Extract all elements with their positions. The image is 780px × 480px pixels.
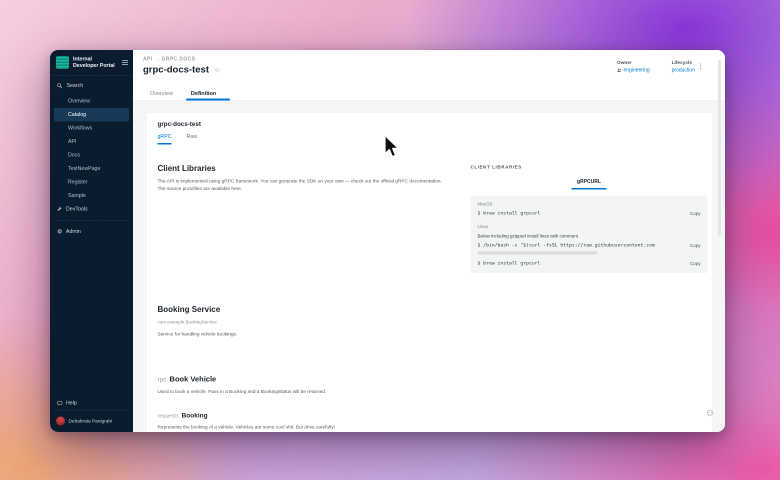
page-header: API → GRPC DOCS grpc-docs-test ☆ Owner e… bbox=[133, 50, 725, 101]
card-title: grpc-docs-test bbox=[147, 113, 713, 128]
favorite-star-icon[interactable]: ☆ bbox=[214, 66, 221, 75]
sidebar-item-api[interactable]: API bbox=[50, 135, 133, 149]
panel-header: CLIENT LIBRARIES bbox=[471, 165, 708, 170]
macos-install-code: $ brew install grpcurl bbox=[478, 211, 684, 217]
sidebar-item-catalog[interactable]: Catalog bbox=[54, 108, 129, 122]
docs-column: Client Libraries The API is implemented … bbox=[158, 165, 471, 431]
code-row-linux: $ /bin/bash -c "$(curl -fsSL https://raw… bbox=[478, 243, 701, 249]
group-icon bbox=[617, 68, 622, 73]
user-name: Debabrata Panigrahi bbox=[69, 418, 113, 424]
client-libraries-desc-1: The API is implemented using gRPC framew… bbox=[158, 179, 442, 185]
idp-logo-icon bbox=[56, 56, 69, 69]
copy-button[interactable]: Copy bbox=[690, 243, 701, 248]
client-libraries-heading: Client Libraries bbox=[158, 165, 471, 174]
entity-meta: Owner engineering Lifecycle production bbox=[617, 60, 695, 73]
service-description: Service for handling vehicle bookings. bbox=[158, 332, 471, 338]
owner-link[interactable]: engineering bbox=[617, 68, 650, 74]
card-tabs: gRPC Raw bbox=[147, 128, 713, 145]
wrench-icon bbox=[57, 206, 63, 212]
copy-button[interactable]: Copy bbox=[690, 261, 701, 266]
linux-install-code: $ /bin/bash -c "$(curl -fsSL https://raw… bbox=[478, 243, 684, 249]
logo-row: Internal Developer Portal bbox=[50, 50, 133, 75]
linux-note: Below including gzipped install lines wi… bbox=[478, 234, 701, 239]
sidebar-item-docs[interactable]: Docs bbox=[50, 149, 133, 163]
sidebar-divider bbox=[55, 411, 128, 412]
copy-button[interactable]: Copy bbox=[690, 211, 701, 216]
install-codebox: MacOS $ brew install grpcurl Copy Linux … bbox=[471, 196, 708, 274]
app-window: Internal Developer Portal Search Overvie… bbox=[50, 50, 725, 432]
client-libraries-panel: CLIENT LIBRARIES gRPCURL MacOS $ brew in… bbox=[471, 165, 708, 431]
code-row-extra: $ brew install grpcurl Copy bbox=[478, 261, 701, 267]
content-area: grpc-docs-test gRPC Raw Client Libraries… bbox=[133, 101, 725, 432]
owner-label: Owner bbox=[617, 60, 650, 66]
page-title: grpc-docs-test bbox=[143, 65, 209, 76]
sidebar-item-search[interactable]: Search bbox=[50, 76, 133, 93]
extra-install-code: $ brew install grpcurl bbox=[478, 261, 684, 267]
devtools-label: DevTools bbox=[66, 206, 88, 212]
horizontal-scrollbar[interactable] bbox=[478, 252, 598, 255]
request-description: Represents the booking of a vehicle. Veh… bbox=[158, 425, 471, 431]
admin-label: Admin bbox=[66, 229, 81, 235]
sidebar-item-help[interactable]: Help bbox=[50, 397, 133, 410]
sidebar-item-overview[interactable]: Overview bbox=[50, 95, 133, 109]
sidebar-collapse-icon[interactable] bbox=[122, 59, 128, 66]
sidebar-item-devtools[interactable]: DevTools bbox=[50, 203, 133, 216]
sidebar-search-label: Search bbox=[67, 83, 84, 89]
service-fqn: com.example.BookingService bbox=[158, 320, 471, 325]
sidebar-nav: Overview Catalog Workflows API Docs Test… bbox=[50, 95, 133, 203]
rpc-description: Used to book a vehicle. Pass in a Bookin… bbox=[158, 389, 471, 395]
sidebar: Internal Developer Portal Search Overvie… bbox=[50, 50, 133, 432]
app-title: Internal Developer Portal bbox=[73, 56, 118, 69]
lifecycle-block: Lifecycle production bbox=[672, 60, 695, 73]
rpc-keyword: rpc bbox=[158, 376, 167, 384]
tab-grpc[interactable]: gRPC bbox=[158, 134, 172, 145]
search-icon bbox=[57, 83, 63, 89]
lifecycle-label: Lifecycle bbox=[672, 60, 695, 66]
macos-label: MacOS bbox=[478, 202, 701, 207]
sidebar-item-sample[interactable]: Sample bbox=[50, 189, 133, 203]
sidebar-item-workflows[interactable]: Workflows bbox=[50, 122, 133, 136]
vertical-scrollbar[interactable] bbox=[718, 60, 721, 236]
rpc-heading: rpcBook Vehicle bbox=[158, 375, 471, 384]
tab-grpcurl[interactable]: gRPCURL bbox=[572, 179, 607, 190]
help-label: Help bbox=[66, 400, 77, 406]
entity-tabs: Overview Definition bbox=[150, 91, 216, 97]
help-icon bbox=[57, 400, 63, 406]
definition-card: grpc-docs-test gRPC Raw Client Libraries… bbox=[146, 112, 713, 432]
main-area: API → GRPC DOCS grpc-docs-test ☆ Owner e… bbox=[133, 50, 725, 432]
request-keyword: requests bbox=[158, 413, 179, 419]
gear-icon: ⚙ bbox=[57, 229, 62, 235]
sidebar-item-admin[interactable]: ⚙ Admin bbox=[50, 225, 133, 238]
owner-block: Owner engineering bbox=[617, 60, 650, 73]
breadcrumb[interactable]: API → GRPC DOCS bbox=[143, 57, 195, 63]
lifecycle-value[interactable]: production bbox=[672, 68, 695, 74]
tab-raw[interactable]: Raw bbox=[187, 134, 198, 145]
tab-overview[interactable]: Overview bbox=[150, 91, 173, 97]
service-heading: Booking Service bbox=[158, 306, 471, 315]
client-libraries-desc-2: The source protofiles are available here… bbox=[158, 186, 243, 192]
support-chat-icon[interactable] bbox=[706, 409, 714, 417]
linux-label: Linux bbox=[478, 224, 701, 229]
user-avatar bbox=[56, 417, 65, 426]
tab-definition[interactable]: Definition bbox=[191, 91, 216, 97]
request-heading: requestsBooking bbox=[158, 412, 471, 420]
user-profile[interactable]: Debabrata Panigrahi bbox=[50, 412, 133, 432]
code-row-macos: $ brew install grpcurl Copy bbox=[478, 211, 701, 217]
more-options-icon[interactable]: ⋮ bbox=[697, 62, 704, 71]
sidebar-item-testnewpage[interactable]: TestNewPage bbox=[50, 162, 133, 176]
sidebar-divider bbox=[55, 221, 128, 222]
sidebar-item-register[interactable]: Register bbox=[50, 176, 133, 190]
